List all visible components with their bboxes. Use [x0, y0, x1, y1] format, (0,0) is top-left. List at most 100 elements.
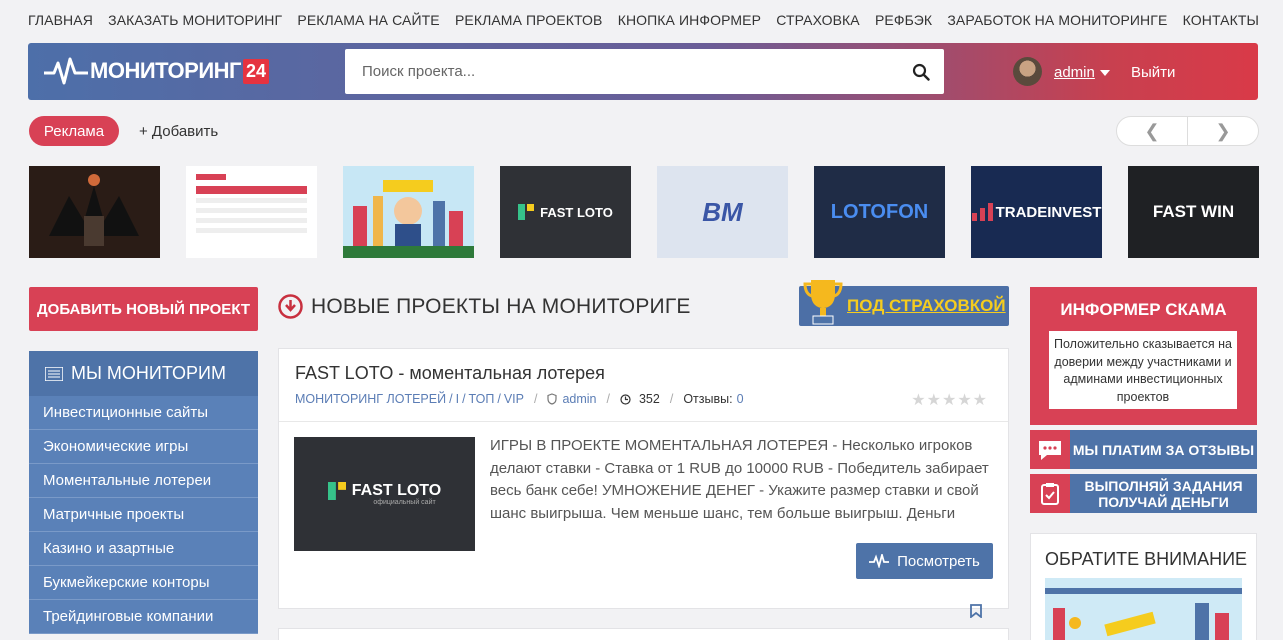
logo-badge: 24 [243, 58, 270, 84]
tasks-button[interactable]: ВЫПОЛНЯЙ ЗАДАНИЯ ПОЛУЧАЙ ДЕНЬГИ [1030, 474, 1257, 513]
sidebar-item-matrix[interactable]: Матричные проекты [29, 498, 258, 532]
reviews-label: Отзывы: [683, 392, 733, 406]
fastloto-logo-icon [518, 204, 535, 220]
thumb-text: FAST LOTO [351, 482, 442, 499]
clipboard-check-icon [1030, 474, 1070, 513]
ad-banner-lotofon[interactable]: LOTOFON [814, 166, 945, 258]
project-card: FAST LOTO - моментальная лотерея МОНИТОР… [278, 348, 1009, 618]
game-of-thrones-banner-icon [29, 166, 160, 258]
nav-earnings[interactable]: ЗАРАБОТОК НА МОНИТОРИНГЕ [947, 12, 1167, 28]
thumb-logo: FAST LOTO [327, 482, 442, 500]
view-button[interactable]: Посмотреть [856, 543, 993, 579]
pulse-icon [869, 554, 890, 568]
banner-text: BM [702, 196, 743, 227]
clock-icon [620, 393, 631, 405]
reviews-count[interactable]: 0 [737, 392, 744, 406]
trophy-icon [803, 280, 843, 325]
rating-stars[interactable]: ★★★★★ [911, 390, 988, 410]
sidebar-item-economic-games[interactable]: Экономические игры [29, 430, 258, 464]
pay-reviews-button[interactable]: МЫ ПЛАТИМ ЗА ОТЗЫВЫ [1030, 430, 1257, 469]
ad-banner-throne[interactable] [29, 166, 160, 258]
avatar[interactable] [1013, 57, 1042, 86]
site-logo[interactable]: МОНИТОРИНГ 24 [44, 55, 270, 87]
chevron-left-icon[interactable]: ❮ [1117, 117, 1188, 145]
pay-reviews-label: МЫ ПЛАТИМ ЗА ОТЗЫВЫ [1072, 441, 1255, 458]
ad-banner-bm[interactable]: BM [657, 166, 788, 258]
chat-icon [1030, 430, 1070, 469]
tasks-label: ВЫПОЛНЯЙ ЗАДАНИЯ ПОЛУЧАЙ ДЕНЬГИ [1084, 477, 1243, 510]
category-link[interactable]: VIP [504, 392, 524, 406]
meta-divider: / [449, 392, 453, 406]
pulse-icon [44, 57, 88, 85]
star-icon[interactable]: ★ [911, 392, 926, 409]
add-ad-link[interactable]: + Добавить [139, 123, 218, 140]
insured-label: ПОД СТРАХОВКОЙ [847, 296, 1006, 315]
chevron-right-icon[interactable]: ❯ [1188, 117, 1258, 145]
top-navigation: ГЛАВНАЯ ЗАКАЗАТЬ МОНИТОРИНГ РЕКЛАМА НА С… [0, 0, 1283, 40]
view-button-label: Посмотреть [897, 552, 980, 570]
star-icon[interactable]: ★ [973, 392, 988, 409]
chevron-down-icon[interactable] [1100, 70, 1110, 76]
category-link[interactable]: I [456, 392, 459, 406]
nav-insurance[interactable]: СТРАХОВКА [776, 12, 859, 28]
meta-divider: / [497, 392, 501, 406]
banner-text: TRADEINVEST [995, 203, 1102, 221]
category-link[interactable]: МОНИТОРИНГ ЛОТЕРЕЙ [295, 392, 446, 406]
sidebar-item-casino[interactable]: Казино и азартные [29, 532, 258, 566]
sidebar-item-bookmakers[interactable]: Букмейкерские конторы [29, 566, 258, 600]
star-icon[interactable]: ★ [927, 392, 942, 409]
bookmark-icon[interactable] [970, 604, 982, 618]
ad-banner-fastloto[interactable]: FAST LOTO [500, 166, 631, 258]
ad-banner-investment[interactable] [186, 166, 317, 258]
attention-block: ОБРАТИТЕ ВНИМАНИЕ [1030, 533, 1257, 640]
ad-banner-city[interactable] [343, 166, 474, 258]
scam-title: ИНФОРМЕР СКАМА [1060, 300, 1227, 319]
project-title[interactable]: FAST LOTO - моментальная лотерея [295, 363, 605, 384]
nav-site-ads[interactable]: РЕКЛАМА НА САЙТЕ [297, 12, 439, 28]
city-mascot-banner-icon [343, 166, 474, 258]
add-project-button[interactable]: ДОБАВИТЬ НОВЫЙ ПРОЕКТ [29, 287, 258, 331]
sidebar-item-investment[interactable]: Инвестиционные сайты [29, 396, 258, 430]
chart-bars-icon [971, 203, 993, 221]
project-meta: МОНИТОРИНГ ЛОТЕРЕЙ / I / ТОП / VIP / adm… [295, 392, 744, 406]
monitoring-list: Инвестиционные сайты Экономические игры … [29, 396, 258, 634]
nav-informer-button[interactable]: КНОПКА ИНФОРМЕР [618, 12, 761, 28]
meta-divider: / [462, 392, 466, 406]
logout-link[interactable]: Выйти [1131, 64, 1175, 81]
banner-text: FAST WIN [1152, 202, 1235, 221]
thumb-subtext: официальный сайт [373, 499, 436, 506]
sidebar-item-lotteries[interactable]: Моментальные лотереи [29, 464, 258, 498]
nav-project-ads[interactable]: РЕКЛАМА ПРОЕКТОВ [455, 12, 602, 28]
city-mascot-banner-icon [1045, 578, 1242, 640]
ad-banner-tradeinvest[interactable]: TRADEINVEST [971, 166, 1102, 258]
carousel-arrows: ❮ ❯ [1116, 116, 1259, 146]
search-icon[interactable] [898, 63, 944, 81]
meta-separator: / [533, 392, 538, 406]
arrow-down-circle-icon [278, 294, 303, 319]
fastloto-logo-icon [327, 482, 346, 500]
category-link[interactable]: ТОП [469, 392, 495, 406]
search-input[interactable] [345, 49, 898, 94]
ads-tag[interactable]: Реклама [29, 116, 119, 146]
ad-banner-fastwin[interactable]: FAST WIN [1128, 166, 1259, 258]
meta-separator: / [606, 392, 610, 406]
user-menu[interactable]: admin [1054, 64, 1095, 81]
monitoring-title: МЫ МОНИТОРИМ [71, 363, 226, 383]
nav-contacts[interactable]: КОНТАКТЫ [1183, 12, 1259, 28]
star-icon[interactable]: ★ [942, 392, 957, 409]
insured-button[interactable]: ПОД СТРАХОВКОЙ [799, 280, 1009, 326]
search-box [345, 49, 944, 94]
project-thumbnail[interactable]: FAST LOTO официальный сайт [294, 437, 475, 551]
section-header: НОВЫЕ ПРОЕКТЫ НА МОНИТОРИГЕ [278, 294, 691, 319]
logo-text: МОНИТОРИНГ [90, 58, 242, 83]
star-icon[interactable]: ★ [957, 392, 972, 409]
nav-home[interactable]: ГЛАВНАЯ [28, 12, 93, 28]
project-card-next [278, 628, 1009, 640]
nav-refback[interactable]: РЕФБЭК [875, 12, 932, 28]
banner-text: LOTOFON [830, 200, 929, 223]
sidebar-item-trading[interactable]: Трейдинговые компании [29, 600, 258, 634]
author-link[interactable]: admin [562, 392, 596, 406]
investment-table-banner-icon [186, 166, 317, 258]
nav-order-monitoring[interactable]: ЗАКАЗАТЬ МОНИТОРИНГ [108, 12, 282, 28]
attention-banner[interactable] [1045, 578, 1242, 640]
